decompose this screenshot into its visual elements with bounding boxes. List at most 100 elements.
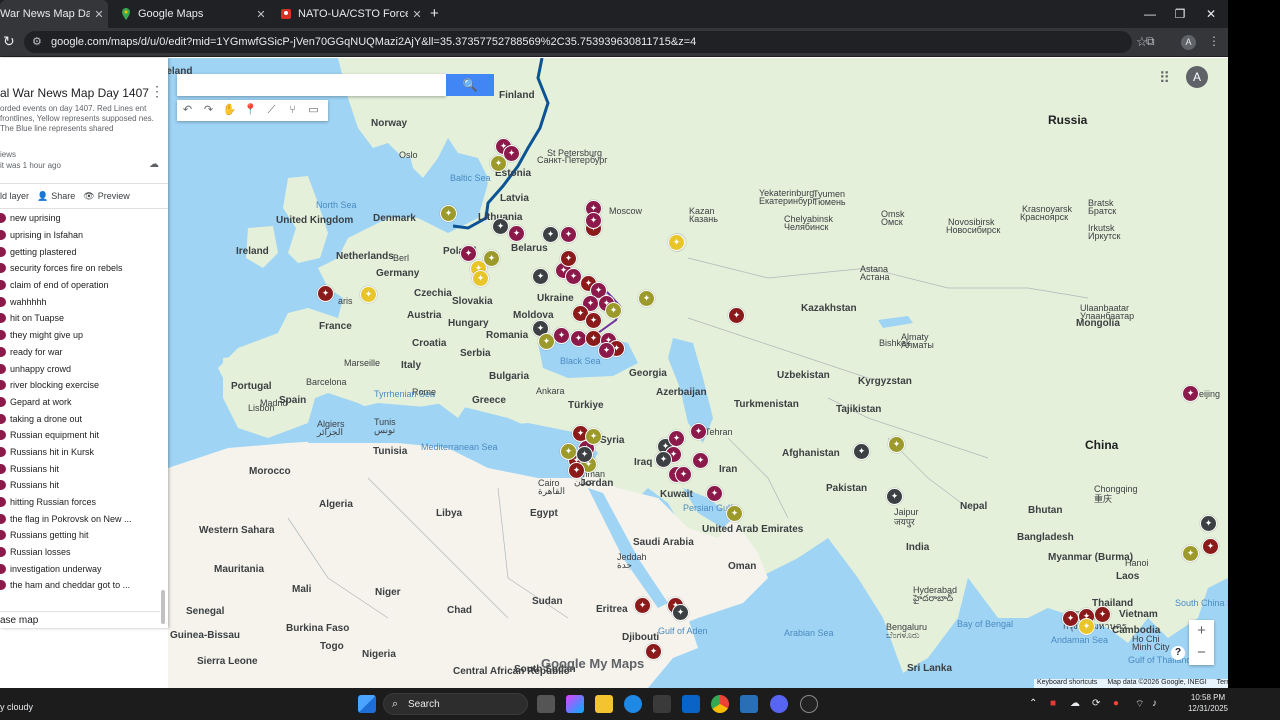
task-view-icon[interactable]: [537, 695, 555, 713]
event-marker[interactable]: ✦: [1182, 385, 1199, 402]
close-window-icon[interactable]: ✕: [1195, 0, 1227, 28]
feature-list-item[interactable]: Russians getting hit: [0, 527, 160, 544]
event-marker[interactable]: ✦: [668, 234, 685, 251]
event-marker[interactable]: ✦: [728, 307, 745, 324]
event-marker[interactable]: ✦: [553, 327, 570, 344]
tray-app2-icon[interactable]: ●: [1113, 698, 1119, 709]
feature-list-item[interactable]: Russians hit in Kursk: [0, 444, 160, 461]
close-icon[interactable]: ✕: [90, 8, 108, 21]
feature-list-item[interactable]: unhappy crowd: [0, 360, 160, 377]
redo-icon[interactable]: ↷: [198, 100, 219, 121]
feature-list-item[interactable]: security forces fire on rebels: [0, 260, 160, 277]
event-marker[interactable]: ✦: [568, 462, 585, 479]
event-marker[interactable]: ✦: [672, 604, 689, 621]
event-marker[interactable]: ✦: [585, 312, 602, 329]
cloud-icon[interactable]: ☁: [1070, 698, 1080, 709]
taskbar-search[interactable]: ⌕ Search: [383, 693, 528, 715]
event-marker[interactable]: ✦: [1094, 606, 1111, 623]
chatgpt-icon[interactable]: [800, 695, 818, 713]
event-marker[interactable]: ✦: [1200, 515, 1217, 532]
event-marker[interactable]: ✦: [706, 485, 723, 502]
google-apps-icon[interactable]: ⠿: [1159, 69, 1170, 87]
share-button[interactable]: Share: [51, 191, 75, 201]
zoom-in-icon[interactable]: +: [1189, 620, 1214, 642]
tab-google-maps[interactable]: Google Maps ✕: [112, 0, 270, 28]
event-marker[interactable]: ✦: [1182, 545, 1199, 562]
chrome-icon[interactable]: [711, 695, 729, 713]
new-tab-icon[interactable]: +: [430, 5, 439, 22]
zoom-out-icon[interactable]: −: [1189, 642, 1214, 664]
wifi-icon[interactable]: ⌔: [1135, 698, 1144, 711]
event-marker[interactable]: ✦: [726, 505, 743, 522]
feature-list-item[interactable]: investigation underway: [0, 560, 160, 577]
event-marker[interactable]: ✦: [560, 226, 577, 243]
url-text[interactable]: google.com/maps/d/u/0/edit?mid=1YGmwfGSi…: [51, 36, 696, 48]
chevron-up-icon[interactable]: ⌃: [1029, 698, 1037, 709]
volume-icon[interactable]: ♪: [1152, 698, 1157, 709]
event-marker[interactable]: ✦: [460, 245, 477, 262]
close-icon[interactable]: ✕: [252, 8, 270, 21]
site-info-icon[interactable]: ⚙: [32, 35, 42, 48]
edge-icon[interactable]: [624, 695, 642, 713]
event-marker[interactable]: ✦: [472, 270, 489, 287]
add-layer-button[interactable]: ld layer: [0, 191, 29, 201]
event-marker[interactable]: ✦: [492, 218, 509, 235]
feature-list-item[interactable]: new uprising: [0, 210, 160, 227]
event-marker[interactable]: ✦: [888, 436, 905, 453]
store-icon[interactable]: [653, 695, 671, 713]
undo-icon[interactable]: ↶: [177, 100, 198, 121]
tab-nato-force-disposition[interactable]: NATO-UA/CSTO Force Disposit ✕: [272, 0, 426, 28]
menu-kebab-icon[interactable]: ⋮: [1208, 34, 1220, 48]
add-marker-icon[interactable]: 📍: [240, 100, 261, 121]
event-marker[interactable]: ✦: [605, 302, 622, 319]
feature-list-item[interactable]: Gepard at work: [0, 394, 160, 411]
reload-icon[interactable]: ↻: [3, 33, 15, 50]
event-marker[interactable]: ✦: [853, 443, 870, 460]
base-map-row[interactable]: ase map: [0, 611, 160, 628]
feature-list-item[interactable]: uprising in Isfahan: [0, 227, 160, 244]
terms-link[interactable]: Terms: [1217, 679, 1228, 688]
taskbar-clock[interactable]: 10:58 PM 12/31/2025: [1178, 692, 1238, 714]
event-marker[interactable]: ✦: [560, 443, 577, 460]
preview-button[interactable]: Preview: [98, 191, 130, 201]
event-marker[interactable]: ✦: [690, 423, 707, 440]
event-marker[interactable]: ✦: [360, 286, 377, 303]
event-marker[interactable]: ✦: [634, 597, 651, 614]
feature-list-item[interactable]: hit on Tuapse: [0, 310, 160, 327]
feature-list-item[interactable]: the flag in Pokrovsk on New ...: [0, 510, 160, 527]
feature-list-item[interactable]: Russians hit: [0, 460, 160, 477]
outlook-icon[interactable]: [682, 695, 700, 713]
tray-app-icon[interactable]: ■: [1050, 698, 1056, 709]
map-search-input[interactable]: [177, 74, 446, 96]
copilot-icon[interactable]: [566, 695, 584, 713]
feature-list-item[interactable]: they might give up: [0, 327, 160, 344]
panel-scrollbar[interactable]: [161, 590, 165, 624]
event-marker[interactable]: ✦: [508, 225, 525, 242]
event-marker[interactable]: ✦: [638, 290, 655, 307]
feature-list-item[interactable]: claim of end of operation: [0, 277, 160, 294]
event-marker[interactable]: ✦: [655, 451, 672, 468]
tab-search-icon[interactable]: ⧉: [1146, 34, 1155, 49]
windows-start-icon[interactable]: [358, 695, 376, 713]
map-canvas[interactable]: RussiaChinaFinlandNorwayEstoniaLatviaLit…: [168, 58, 1228, 688]
event-marker[interactable]: ✦: [585, 428, 602, 445]
feature-list-item[interactable]: river blocking exercise: [0, 377, 160, 394]
discord-icon[interactable]: [770, 695, 788, 713]
feature-list-item[interactable]: getting plastered: [0, 243, 160, 260]
app-icon[interactable]: [740, 695, 758, 713]
omnibox[interactable]: ⚙ google.com/maps/d/u/0/edit?mid=1YGmwfG…: [24, 31, 1148, 53]
event-marker[interactable]: ✦: [317, 285, 334, 302]
map-search-button[interactable]: 🔍: [446, 74, 494, 96]
feature-list-item[interactable]: hitting Russian forces: [0, 494, 160, 511]
event-marker[interactable]: ✦: [668, 430, 685, 447]
hand-icon[interactable]: ✋: [219, 100, 240, 121]
event-marker[interactable]: ✦: [576, 446, 593, 463]
event-marker[interactable]: ✦: [542, 226, 559, 243]
directions-icon[interactable]: ⑂: [282, 100, 303, 121]
event-marker[interactable]: ✦: [598, 342, 615, 359]
event-marker[interactable]: ✦: [645, 643, 662, 660]
close-icon[interactable]: ✕: [408, 8, 426, 21]
event-marker[interactable]: ✦: [538, 333, 555, 350]
feature-list-item[interactable]: wahhhhh: [0, 293, 160, 310]
feature-list-item[interactable]: Russians hit: [0, 477, 160, 494]
